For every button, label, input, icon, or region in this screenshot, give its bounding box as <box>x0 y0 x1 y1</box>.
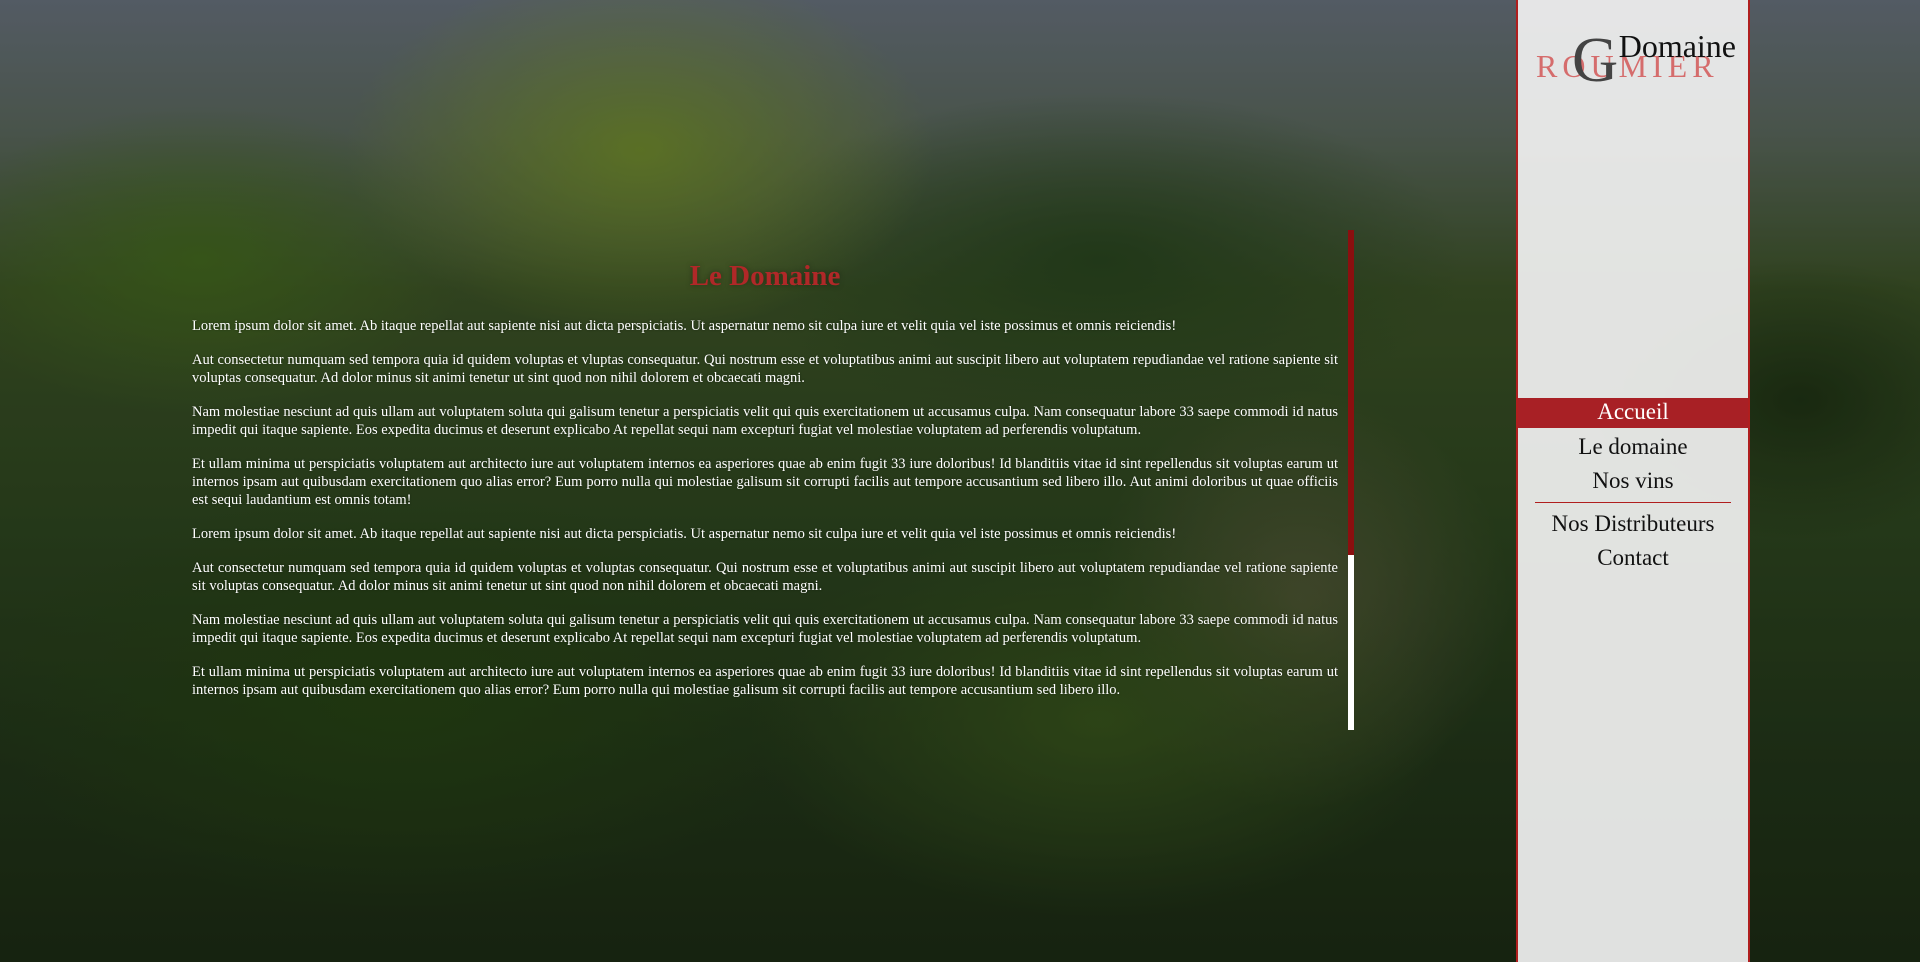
nav-item-contact[interactable]: Contact <box>1518 541 1748 575</box>
main-content: Le Domaine Lorem ipsum dolor sit amet. A… <box>192 230 1338 730</box>
sidebar: ROUMIER G Domaine Accueil Le domaine Nos… <box>1516 0 1750 962</box>
paragraph: Lorem ipsum dolor sit amet. Ab itaque re… <box>192 526 1177 542</box>
page-title: Le Domaine <box>689 260 841 292</box>
scrollbar-thumb[interactable] <box>1348 230 1354 555</box>
nav-item-nos-vins[interactable]: Nos vins <box>1518 464 1748 498</box>
logo[interactable]: ROUMIER G Domaine <box>1536 24 1736 95</box>
paragraph: Et ullam minima ut perspiciatis voluptat… <box>192 664 1338 698</box>
paragraph: Aut consectetur numquam sed tempora quia… <box>192 560 1338 594</box>
paragraph: Nam molestiae nesciunt ad quis ullam aut… <box>192 404 1338 438</box>
paragraph: Aut consectetur numquam sed tempora quia… <box>192 352 1338 386</box>
paragraph: Lorem ipsum dolor sit amet. Ab itaque re… <box>192 318 1177 334</box>
nav-item-accueil[interactable]: Accueil <box>1518 398 1748 428</box>
paragraph: Et ullam minima ut perspiciatis voluptat… <box>192 456 1338 508</box>
nav-divider <box>1535 502 1731 503</box>
nav-item-le-domaine[interactable]: Le domaine <box>1518 430 1748 464</box>
logo-letter: G <box>1572 24 1619 95</box>
paragraph: Nam molestiae nesciunt ad quis ullam aut… <box>192 612 1338 646</box>
logo-domaine-text: Domaine <box>1618 28 1736 64</box>
nav-item-nos-distributeurs[interactable]: Nos Distributeurs <box>1518 507 1748 541</box>
content-scrollbar[interactable] <box>1348 230 1354 730</box>
main-nav: Accueil Le domaine Nos vins Nos Distribu… <box>1518 398 1748 575</box>
